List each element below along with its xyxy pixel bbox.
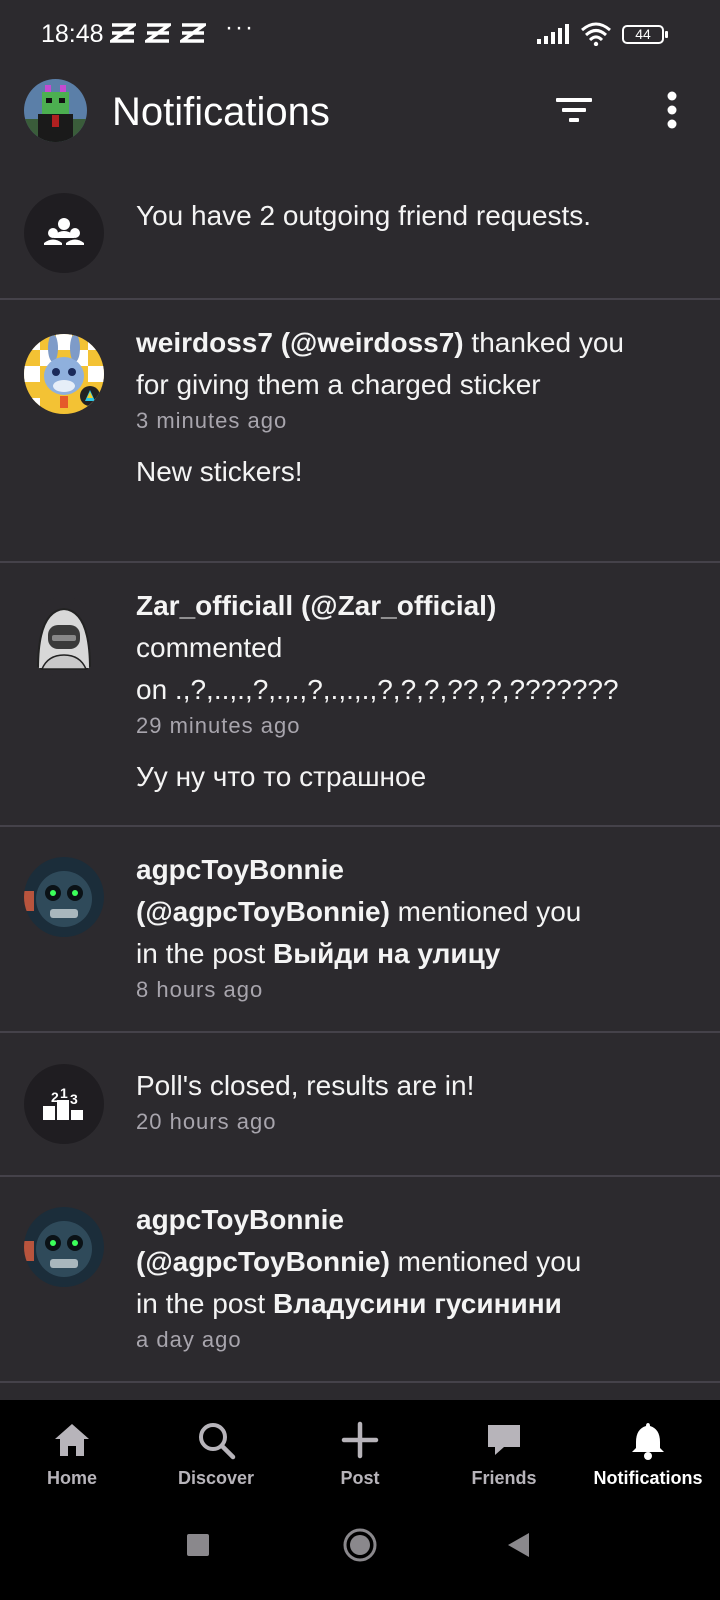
nav-label: Discover xyxy=(177,1468,255,1488)
battery-level: 44 xyxy=(635,26,651,42)
nav-home[interactable]: Home xyxy=(0,1400,144,1505)
notification-action: mentioned you xyxy=(389,1246,582,1277)
search-icon xyxy=(199,1423,236,1460)
notification-action: commented xyxy=(136,632,283,663)
nav-notifications[interactable]: Notifications xyxy=(576,1400,720,1505)
svg-text:1: 1 xyxy=(60,1085,68,1101)
chat-bubble-icon xyxy=(488,1425,520,1455)
notification-mention[interactable]: agpcToyBonnie (@agpcToyBonnie) mentioned… xyxy=(0,1177,720,1383)
user-handle[interactable]: (@agpcToyBonnie) xyxy=(136,1246,390,1277)
page-title: Notifications xyxy=(112,90,330,134)
capcut-icon xyxy=(145,23,171,43)
notification-action: mentioned you xyxy=(389,896,582,927)
timestamp: 29 minutes ago xyxy=(136,713,301,738)
user-name[interactable]: agpcToyBonnie xyxy=(136,1199,660,1241)
user-avatar[interactable] xyxy=(24,334,104,414)
capcut-icon xyxy=(110,23,136,43)
post-prefix: in the post xyxy=(136,1288,273,1319)
notification-mention[interactable]: agpcToyBonnie (@agpcToyBonnie) mentioned… xyxy=(0,827,720,1033)
system-navigation-bar xyxy=(0,1505,720,1600)
friends-group-icon xyxy=(24,193,104,273)
user-name[interactable]: weirdoss7 (@weirdoss7) xyxy=(136,327,464,358)
notifications-list: You have 2 outgoing friend requests. wei… xyxy=(0,185,720,1383)
user-name[interactable]: agpcToyBonnie xyxy=(136,849,660,891)
notification-friend-requests[interactable]: You have 2 outgoing friend requests. xyxy=(0,185,720,300)
notification-detail: New stickers! xyxy=(136,456,303,487)
home-icon xyxy=(55,1424,89,1456)
status-time: 18:48 xyxy=(41,20,104,48)
user-name[interactable]: Zar_officiall (@Zar_official) xyxy=(136,585,660,627)
notification-text: Poll's closed, results are in! xyxy=(136,1070,475,1101)
nav-label: Notifications xyxy=(593,1468,703,1488)
status-notification-icons xyxy=(110,22,206,44)
nav-label: Home xyxy=(46,1468,97,1488)
user-handle[interactable]: (@agpcToyBonnie) xyxy=(136,896,390,927)
notification-comment[interactable]: Zar_officiall (@Zar_official) commented … xyxy=(0,563,720,827)
nav-post[interactable]: Post xyxy=(288,1400,432,1505)
notification-sticker-thanks[interactable]: weirdoss7 (@weirdoss7) thanked you for g… xyxy=(0,300,720,563)
more-options-button[interactable] xyxy=(652,88,692,132)
timestamp: 20 hours ago xyxy=(136,1109,277,1134)
filter-icon xyxy=(556,98,592,122)
profile-avatar[interactable] xyxy=(24,79,87,142)
bottom-navigation: Home Discover Post Friends Notifications xyxy=(0,1400,720,1505)
post-title[interactable]: on .,?,..,.,?,.,.,?,.,.,.,?,?,?,??,?,???… xyxy=(136,669,660,711)
nav-label: Friends xyxy=(471,1468,537,1488)
status-right: 44 xyxy=(536,22,668,46)
more-notifications-indicator: ··· xyxy=(225,14,255,41)
nav-label: Post xyxy=(340,1468,380,1488)
timestamp: 3 minutes ago xyxy=(136,408,288,433)
back-button[interactable] xyxy=(505,1531,531,1559)
user-avatar[interactable] xyxy=(24,857,104,937)
wifi-icon xyxy=(581,22,611,46)
comment-text: Уу ну что то страшное xyxy=(136,761,427,792)
svg-text:3: 3 xyxy=(70,1091,78,1107)
post-prefix: in the post xyxy=(136,938,273,969)
home-button[interactable] xyxy=(342,1527,378,1563)
recent-apps-button[interactable] xyxy=(186,1533,210,1557)
filter-button[interactable] xyxy=(552,90,596,130)
timestamp: a day ago xyxy=(136,1327,242,1352)
nav-discover[interactable]: Discover xyxy=(144,1400,288,1505)
post-title[interactable]: Владусини гусинини xyxy=(273,1288,562,1319)
poll-results-icon: 2 1 3 xyxy=(24,1064,104,1144)
bell-icon xyxy=(632,1423,664,1460)
app-header: Notifications xyxy=(0,70,720,185)
nav-friends[interactable]: Friends xyxy=(432,1400,576,1505)
user-avatar[interactable] xyxy=(24,1207,104,1287)
user-avatar[interactable] xyxy=(24,597,104,677)
post-title[interactable]: Выйди на улицу xyxy=(273,938,500,969)
capcut-icon xyxy=(180,23,206,43)
status-bar: 18:48 ··· 44 xyxy=(0,0,720,70)
notification-text: You have 2 outgoing friend requests. xyxy=(136,200,592,231)
battery-icon: 44 xyxy=(622,24,668,44)
signal-icon xyxy=(537,24,569,44)
more-vertical-icon xyxy=(667,91,677,129)
plus-icon xyxy=(341,1421,379,1459)
timestamp: 8 hours ago xyxy=(136,977,264,1002)
notification-poll[interactable]: 2 1 3 Poll's closed, results are in! 20 … xyxy=(0,1033,720,1177)
